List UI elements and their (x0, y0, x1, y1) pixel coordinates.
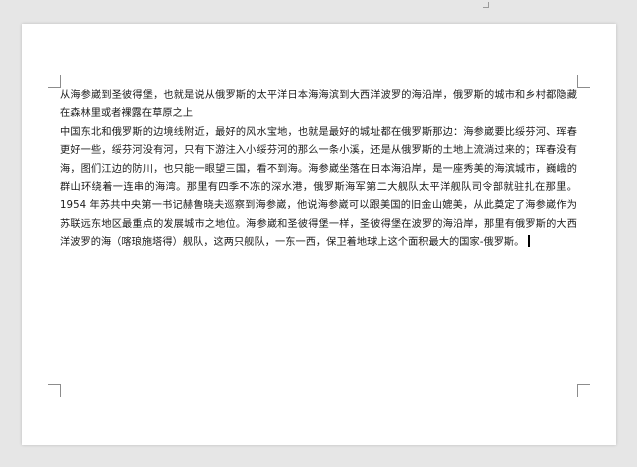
margin-corner-top-right-icon (577, 75, 590, 88)
paragraph-2-text[interactable]: 中国东北和俄罗斯的边境线附近，最好的风水宝地，也就是最好的城址都在俄罗斯那边：海… (60, 127, 577, 248)
page-marker-icon (483, 2, 489, 8)
document-body[interactable]: 从海参崴到圣彼得堡，也就是说从俄罗斯的太平洋日本海海滨到大西洋波罗的海沿岸，俄罗… (60, 87, 577, 253)
margin-corner-bottom-left-icon (48, 384, 61, 397)
margin-corner-bottom-right-icon (577, 384, 590, 397)
text-cursor (528, 235, 531, 248)
document-page[interactable]: 从海参崴到圣彼得堡，也就是说从俄罗斯的太平洋日本海海滨到大西洋波罗的海沿岸，俄罗… (22, 24, 616, 445)
paragraph-2[interactable]: 中国东北和俄罗斯的边境线附近，最好的风水宝地，也就是最好的城址都在俄罗斯那边：海… (60, 124, 577, 253)
top-strip (0, 0, 637, 12)
paragraph-1[interactable]: 从海参崴到圣彼得堡，也就是说从俄罗斯的太平洋日本海海滨到大西洋波罗的海沿岸，俄罗… (60, 87, 577, 124)
